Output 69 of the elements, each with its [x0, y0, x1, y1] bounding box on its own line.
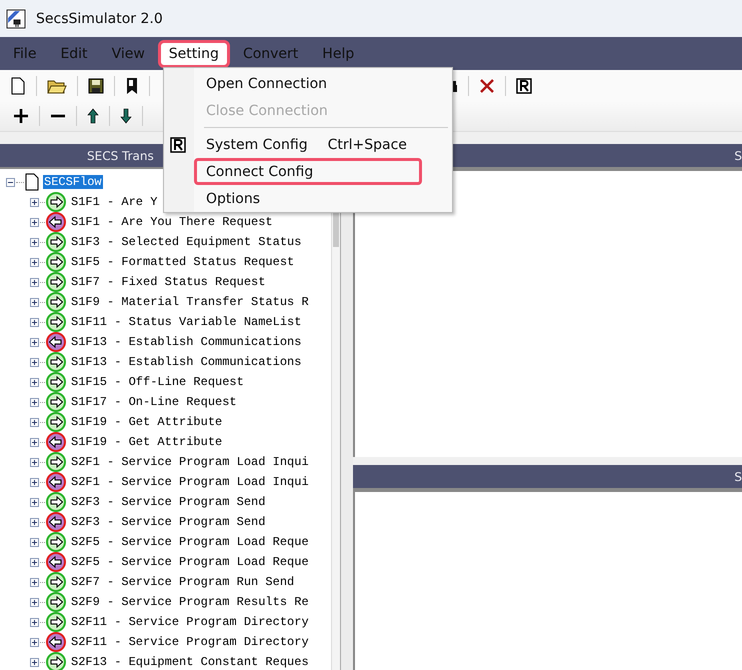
- expand-icon[interactable]: [30, 438, 39, 446]
- bookmark-icon[interactable]: [125, 76, 139, 94]
- tree-item[interactable]: S1F13 - Establish Communications: [70, 335, 302, 349]
- panel-header: SECS Trans: [87, 148, 154, 162]
- app-icon: [6, 8, 26, 28]
- tree-item[interactable]: S1F1 - Are Y: [70, 195, 158, 209]
- expand-icon[interactable]: [30, 638, 39, 646]
- expand-icon[interactable]: [30, 598, 39, 606]
- tree-item[interactable]: S1F19 - Get Attribute: [70, 435, 224, 449]
- arrow-up-icon[interactable]: [87, 108, 99, 124]
- expand-icon[interactable]: [30, 378, 39, 386]
- tree-item[interactable]: S1F3 - Selected Equipment Status: [70, 235, 302, 249]
- tree-item[interactable]: S1F5 - Formatted Status Request: [70, 255, 296, 269]
- tree-item[interactable]: S2F9 - Service Program Results Re: [70, 595, 310, 609]
- expand-icon[interactable]: [30, 418, 39, 426]
- expand-icon[interactable]: [30, 258, 39, 266]
- expand-icon[interactable]: [30, 298, 39, 306]
- tree-item[interactable]: S1F17 - On-Line Request: [70, 395, 238, 409]
- tree-item[interactable]: S2F5 - Service Program Load Reque: [70, 535, 310, 549]
- expand-icon[interactable]: [30, 398, 39, 406]
- expand-icon[interactable]: [30, 278, 39, 286]
- menu-item[interactable]: Connect Config: [195, 159, 421, 184]
- menu-item[interactable]: System Config Ctrl+Space: [195, 132, 421, 157]
- save-icon[interactable]: [88, 78, 104, 94]
- expand-icon[interactable]: [30, 498, 39, 506]
- expand-icon[interactable]: [30, 538, 39, 546]
- tree-item[interactable]: S1F9 - Material Transfer Status R: [70, 295, 310, 309]
- delete-icon[interactable]: [479, 78, 495, 94]
- expand-icon[interactable]: [30, 558, 39, 566]
- r-box-icon[interactable]: [516, 78, 532, 94]
- expand-icon[interactable]: [30, 478, 39, 486]
- tree-item[interactable]: S2F5 - Service Program Load Reque: [70, 555, 310, 569]
- tree-item[interactable]: S1F19 - Get Attribute: [70, 415, 224, 429]
- tree-item[interactable]: S2F3 - Service Program Send: [70, 515, 266, 529]
- tree-item[interactable]: S1F13 - Establish Communications: [70, 355, 302, 369]
- expand-icon[interactable]: [30, 458, 39, 466]
- tree-item[interactable]: S1F15 - Off-Line Request: [70, 375, 245, 389]
- tree-item[interactable]: S1F7 - Fixed Status Request: [70, 275, 266, 289]
- arrow-down-icon[interactable]: [120, 108, 132, 124]
- expand-icon[interactable]: [30, 618, 39, 626]
- expand-icon[interactable]: [30, 338, 39, 346]
- tree-item[interactable]: S1F1 - Are You There Request: [70, 215, 274, 229]
- tree-item[interactable]: S2F3 - Service Program Send: [70, 495, 266, 509]
- new-file-icon[interactable]: [10, 76, 26, 94]
- panel-header: S: [734, 470, 742, 484]
- expand-icon[interactable]: [30, 578, 39, 586]
- tree-item[interactable]: S2F7 - Service Program Run Send: [70, 575, 296, 589]
- expand-icon[interactable]: [30, 238, 39, 246]
- window-title: SecsSimulator 2.0: [36, 10, 163, 26]
- expand-icon[interactable]: [30, 318, 39, 326]
- panel-header: S: [734, 148, 742, 162]
- open-folder-icon[interactable]: [47, 78, 67, 94]
- document-icon: [25, 173, 39, 191]
- tree-item[interactable]: S2F13 - Equipment Constant Reques: [70, 655, 310, 669]
- tree-item[interactable]: S2F11 - Service Program Directory: [70, 615, 310, 629]
- tree-item[interactable]: S2F1 - Service Program Load Inqui: [70, 475, 310, 489]
- menu-item[interactable]: Setting: [160, 42, 228, 66]
- expand-icon[interactable]: [30, 198, 39, 206]
- collapse-icon[interactable]: [6, 178, 15, 186]
- expand-icon[interactable]: [30, 218, 39, 226]
- tree-item[interactable]: S1F11 - Status Variable NameList: [70, 315, 302, 329]
- tree-item[interactable]: SECSFlow: [43, 175, 103, 189]
- expand-icon[interactable]: [30, 658, 39, 666]
- tree-item[interactable]: S2F11 - Service Program Directory: [70, 635, 310, 649]
- tree-item[interactable]: S2F1 - Service Program Load Inqui: [70, 455, 310, 469]
- expand-icon[interactable]: [30, 518, 39, 526]
- plus-icon[interactable]: [13, 108, 29, 124]
- menu-item[interactable]: Options: [195, 186, 421, 211]
- expand-icon[interactable]: [30, 358, 39, 366]
